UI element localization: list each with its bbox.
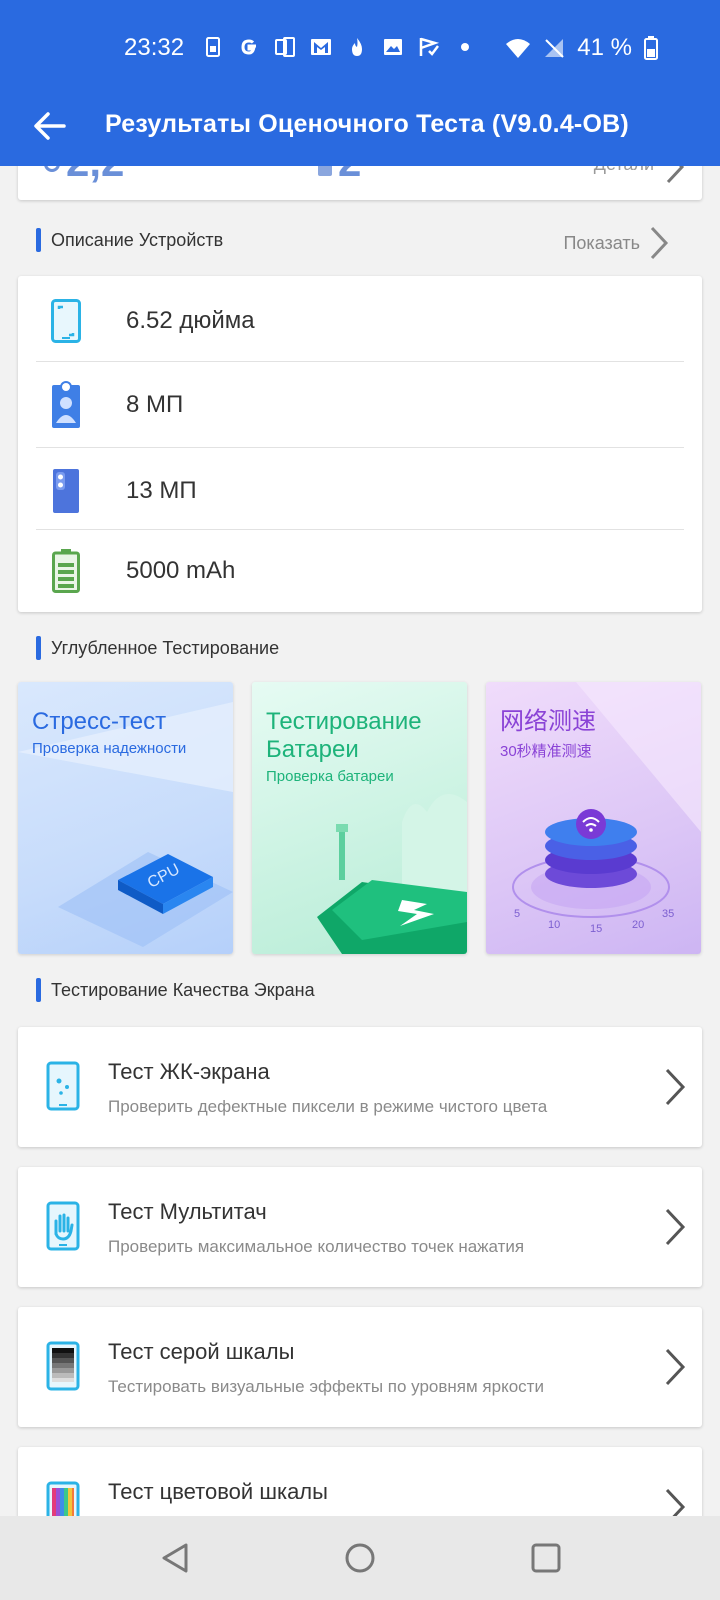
spec-row-screen: 6.52 дюйма xyxy=(18,280,684,362)
flame-icon xyxy=(352,38,362,56)
test-name: Тест ЖК-экрана xyxy=(108,1059,270,1084)
divider xyxy=(36,361,684,362)
tile-subtitle: Проверка батареи xyxy=(266,768,394,785)
color-scale-icon xyxy=(46,1481,80,1516)
test-name: Тест цветовой шкалы xyxy=(108,1479,328,1504)
gmail-icon xyxy=(311,39,331,55)
battery-icon xyxy=(48,547,84,595)
scroll-content[interactable]: 2,2 2 Детали Описание Устройств Показать… xyxy=(0,0,720,1516)
show-label: Показать xyxy=(563,232,640,253)
tile-subtitle: 30秒精准测速 xyxy=(500,743,592,760)
spec-row-battery: 5000 mAh xyxy=(18,530,684,612)
status-right: 41 % xyxy=(505,34,658,62)
spec-value: 6.52 дюйма xyxy=(126,307,255,334)
test-name: Тест Мультитач xyxy=(108,1199,267,1224)
tile-title: Стресс-тест xyxy=(32,708,167,735)
no-signal-icon xyxy=(545,39,565,58)
deep-section-header: Углубленное Тестирование xyxy=(36,636,279,660)
battery-status-icon xyxy=(644,36,658,60)
section-title: Углубленное Тестирование xyxy=(51,637,280,658)
spec-row-front-camera: 8 МП xyxy=(18,364,684,446)
show-button[interactable]: Показать xyxy=(563,226,670,260)
nav-back-icon[interactable] xyxy=(158,1540,194,1576)
front-camera-icon xyxy=(48,381,84,429)
status-time: 23:32 xyxy=(124,34,185,61)
google-icon xyxy=(241,39,256,55)
scale-label: 15 xyxy=(590,923,602,935)
hand-touch-icon xyxy=(46,1201,80,1251)
chevron-right-icon xyxy=(665,1068,686,1106)
spec-row-rear-camera: 13 МП xyxy=(18,450,684,532)
section-accent-bar xyxy=(36,636,41,660)
device-section-header: Описание Устройств xyxy=(36,228,223,252)
chevron-right-icon xyxy=(665,1208,686,1246)
lcd-test-card[interactable]: Тест ЖК-экрана Проверить дефектные пиксе… xyxy=(18,1027,702,1147)
color-scale-test-card[interactable]: Тест цветовой шкалы xyxy=(18,1447,702,1516)
battery-test-tile[interactable]: Тестирование Батареи Проверка батареи xyxy=(252,682,467,954)
copy-device-icon xyxy=(275,37,295,57)
screen-size-icon xyxy=(48,297,84,345)
sim-card-icon xyxy=(206,37,220,57)
spec-value: 8 МП xyxy=(126,391,184,418)
divider xyxy=(36,447,684,448)
top-bar: 23:32 41 % Результаты Оценочного Теста (… xyxy=(0,0,720,166)
back-arrow-icon[interactable] xyxy=(32,108,68,144)
lcd-screen-icon xyxy=(46,1061,80,1111)
test-name: Тест серой шкалы xyxy=(108,1339,295,1364)
tile-title: 网络测速 xyxy=(500,708,596,735)
multitouch-test-card[interactable]: Тест Мультитач Проверить максимальное ко… xyxy=(18,1167,702,1287)
tile-subtitle: Проверка надежности xyxy=(32,740,187,757)
scale-label: 35 xyxy=(662,908,674,920)
app-bar: Результаты Оценочного Теста (V9.0.4-OB) xyxy=(0,96,720,166)
scale-label: 5 xyxy=(514,908,520,920)
scale-label: 10 xyxy=(548,919,560,931)
screen-section-header: Тестирование Качества Экрана xyxy=(36,978,315,1002)
section-title: Тестирование Качества Экрана xyxy=(51,979,315,1000)
tile-title: Тестирование Батареи xyxy=(266,708,422,763)
scale-label: 20 xyxy=(632,919,644,931)
chevron-right-icon xyxy=(665,1488,686,1516)
test-description: Тестировать визуальные эффекты по уровня… xyxy=(108,1377,544,1396)
spec-value: 13 МП xyxy=(126,477,197,504)
status-bar: 23:32 41 % xyxy=(0,0,720,96)
spec-value: 5000 mAh xyxy=(126,557,236,584)
gallery-icon xyxy=(384,39,402,55)
grayscale-icon xyxy=(46,1341,80,1391)
battery-percent: 41 % xyxy=(577,34,632,61)
section-accent-bar xyxy=(36,978,41,1002)
more-notifications-dot-icon xyxy=(461,43,469,51)
network-speed-tile[interactable]: 5 10 15 20 35 网络测速 30秒精准测速 xyxy=(486,682,701,954)
test-description: Проверить дефектные пиксели в режиме чис… xyxy=(108,1097,548,1116)
nav-home-icon[interactable] xyxy=(342,1540,378,1576)
test-description: Проверить максимальное количество точек … xyxy=(108,1237,525,1256)
notification-icons xyxy=(202,36,476,58)
section-accent-bar xyxy=(36,228,41,252)
nav-recents-icon[interactable] xyxy=(528,1540,564,1576)
rear-camera-icon xyxy=(48,467,84,515)
chevron-right-icon xyxy=(650,226,669,260)
flag-check-icon xyxy=(419,37,440,56)
stress-test-tile[interactable]: CPU Стресс-тест Проверка надежности xyxy=(18,682,233,954)
system-nav-bar xyxy=(0,1516,720,1600)
section-title: Описание Устройств xyxy=(51,229,224,250)
chevron-right-icon xyxy=(665,1348,686,1386)
grayscale-test-card[interactable]: Тест серой шкалы Тестировать визуальные … xyxy=(18,1307,702,1427)
page-title: Результаты Оценочного Теста (V9.0.4-OB) xyxy=(105,110,629,138)
wifi-icon xyxy=(506,39,531,58)
